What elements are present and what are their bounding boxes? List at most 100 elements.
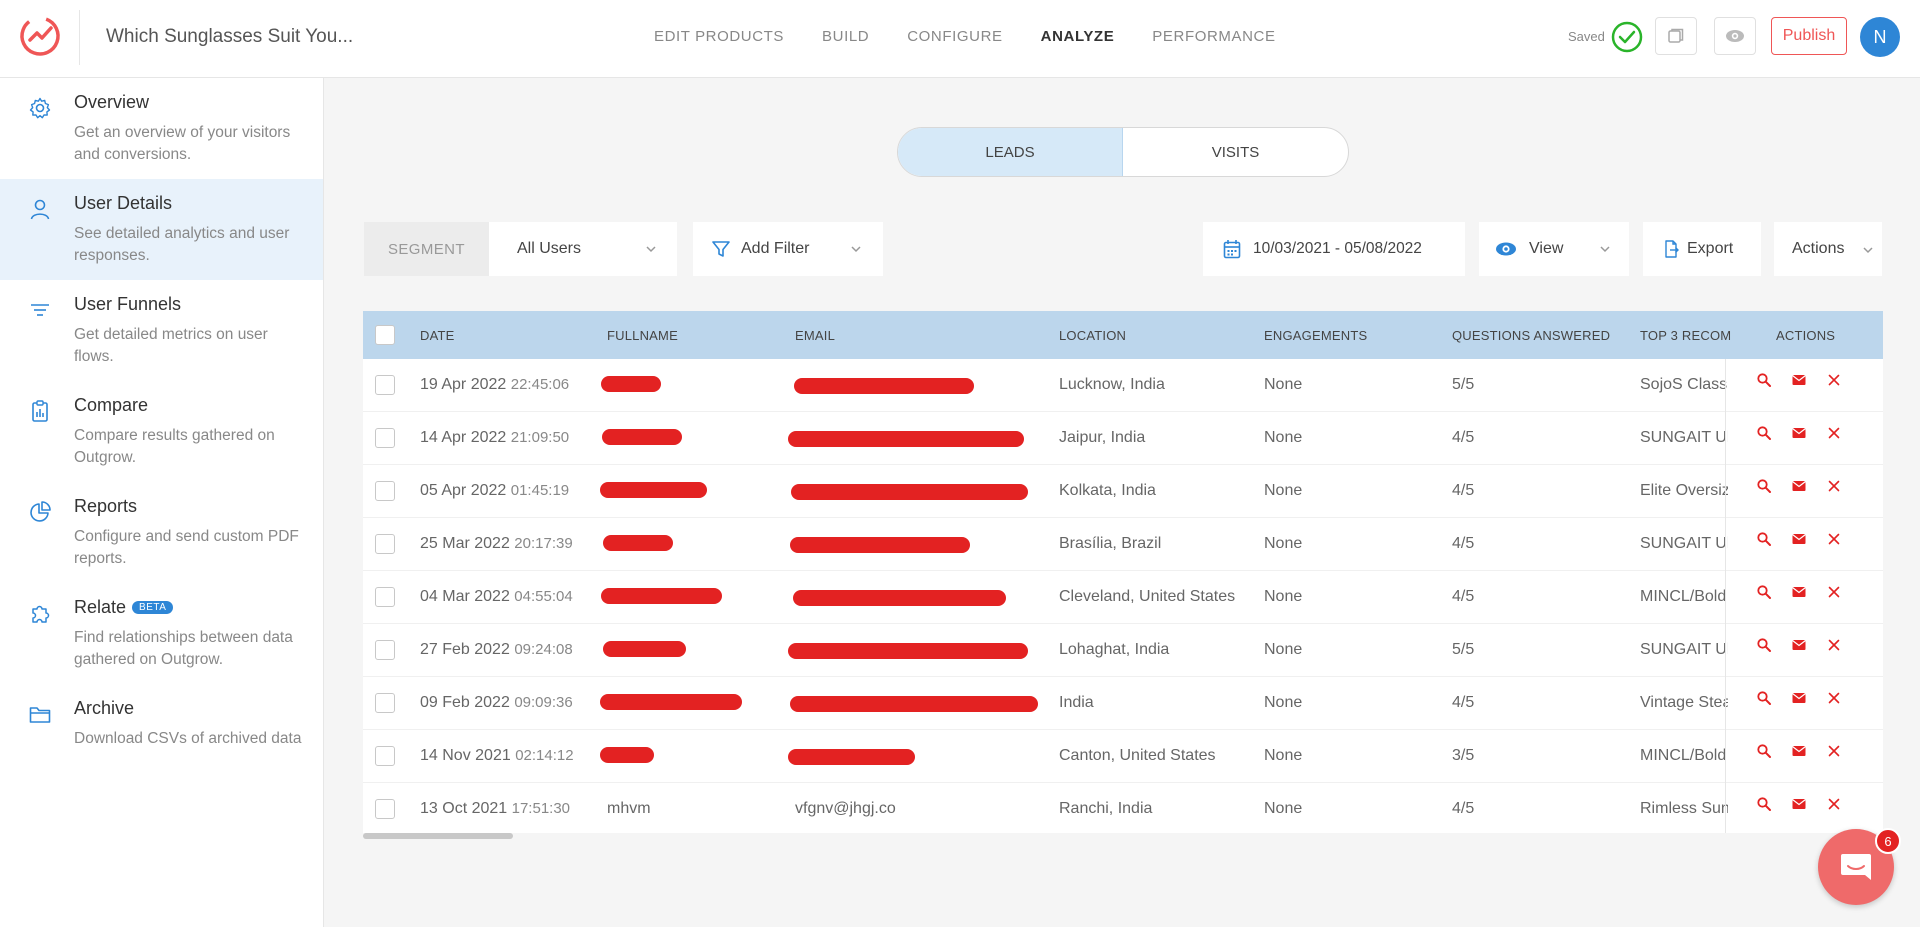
horizontal-scrollbar[interactable] <box>363 833 513 839</box>
row-checkbox[interactable] <box>375 587 395 607</box>
actions-dropdown[interactable]: Actions <box>1774 222 1882 276</box>
sidebar-item-user-details[interactable]: User Details See detailed analytics and … <box>0 179 323 280</box>
cell-location: Lohaghat, India <box>1059 641 1170 658</box>
cell-date: 25 Mar 2022 20:17:39 <box>420 535 573 553</box>
nav-analyze[interactable]: ANALYZE <box>1041 28 1115 45</box>
segment-dropdown[interactable]: All Users <box>489 222 677 276</box>
export-button[interactable]: Export <box>1643 222 1761 276</box>
close-icon[interactable] <box>1826 478 1842 494</box>
search-icon[interactable] <box>1756 372 1772 388</box>
app-title[interactable]: Which Sunglasses Suit You... <box>106 26 353 48</box>
email-icon[interactable] <box>1791 425 1807 441</box>
close-icon[interactable] <box>1826 584 1842 600</box>
table-row[interactable]: 19 Apr 2022 22:45:06 Lucknow, India None 5/… <box>363 359 1883 412</box>
search-icon[interactable] <box>1756 796 1772 812</box>
leads-visits-toggle: LEADS VISITS <box>897 127 1349 177</box>
table-row[interactable]: 27 Feb 2022 09:24:08 Lohaghat, India None 5… <box>363 624 1883 677</box>
cell-questions-answered: 3/5 <box>1452 747 1475 764</box>
nav-configure[interactable]: CONFIGURE <box>907 28 1002 45</box>
sidebar-item-relate[interactable]: Relate BETA Find relationships between da… <box>0 583 323 684</box>
email-icon[interactable] <box>1791 531 1807 547</box>
time-value: 02:14:12 <box>515 747 574 764</box>
search-icon[interactable] <box>1756 584 1772 600</box>
email-icon[interactable] <box>1791 372 1807 388</box>
date-value: 05 Apr 2022 <box>420 482 507 499</box>
row-checkbox[interactable] <box>375 640 395 660</box>
sidebar-item-user-funnels[interactable]: User Funnels Get detailed metrics on use… <box>0 280 323 381</box>
close-icon[interactable] <box>1826 637 1842 653</box>
nav-edit-products[interactable]: EDIT PRODUCTS <box>654 28 784 45</box>
search-icon[interactable] <box>1756 478 1772 494</box>
search-icon[interactable] <box>1756 690 1772 706</box>
table-row[interactable]: 25 Mar 2022 20:17:39 Brasília, Brazil None… <box>363 518 1883 571</box>
search-icon[interactable] <box>1756 531 1772 547</box>
table-row[interactable]: 14 Apr 2022 21:09:50 Jaipur, India None 4/5… <box>363 412 1883 465</box>
date-range-picker[interactable]: 10/03/2021 - 05/08/2022 <box>1203 222 1465 276</box>
table-row[interactable]: 04 Mar 2022 04:55:04 Cleveland, United St… <box>363 571 1883 624</box>
redacted-fullname <box>601 376 661 392</box>
tab-visits[interactable]: VISITS <box>1123 128 1348 176</box>
table-row[interactable]: 14 Nov 2021 02:14:12 Canton, United State… <box>363 730 1883 783</box>
sidebar-item-title: Reports <box>74 496 138 516</box>
sidebar-item-title: Relate BETA <box>74 597 174 618</box>
email-icon[interactable] <box>1791 690 1807 706</box>
table-row[interactable]: 09 Feb 2022 09:09:36 India None 4/5 Vintage … <box>363 677 1883 730</box>
email-icon[interactable] <box>1791 584 1807 600</box>
col-fullname[interactable]: FULLNAME <box>607 328 678 343</box>
close-icon[interactable] <box>1826 690 1842 706</box>
close-icon[interactable] <box>1826 531 1842 547</box>
cell-location: Canton, United States <box>1059 747 1216 764</box>
row-checkbox[interactable] <box>375 481 395 501</box>
duplicate-button[interactable] <box>1655 17 1697 55</box>
table-row[interactable]: 05 Apr 2022 01:45:19 Kolkata, India None 4/… <box>363 465 1883 518</box>
avatar[interactable]: N <box>1860 17 1900 57</box>
search-icon[interactable] <box>1756 637 1772 653</box>
row-checkbox[interactable] <box>375 799 395 819</box>
col-date[interactable]: DATE <box>420 328 455 343</box>
email-icon[interactable] <box>1791 796 1807 812</box>
sidebar-item-compare[interactable]: Compare Compare results gathered on Outg… <box>0 381 323 482</box>
col-engagements[interactable]: ENGAGEMENTS <box>1264 328 1367 343</box>
close-icon[interactable] <box>1826 425 1842 441</box>
close-icon[interactable] <box>1826 743 1842 759</box>
select-all-checkbox[interactable] <box>375 325 395 345</box>
outgrow-logo-icon[interactable] <box>18 14 62 58</box>
sidebar-item-desc: Find relationships between data gathered… <box>74 629 293 668</box>
col-top3-recommendations[interactable]: TOP 3 RECOM <box>1640 328 1731 343</box>
redacted-email <box>788 643 1028 659</box>
nav-performance[interactable]: PERFORMANCE <box>1152 28 1275 45</box>
col-email[interactable]: EMAIL <box>795 328 835 343</box>
cell-top3-recommendations: MINCL/Bold <box>1640 588 1727 605</box>
search-icon[interactable] <box>1756 425 1772 441</box>
email-icon[interactable] <box>1791 478 1807 494</box>
sidebar-item-archive[interactable]: Archive Download CSVs of archived data <box>0 684 323 785</box>
export-file-icon <box>1665 240 1679 258</box>
time-value: 09:09:36 <box>514 694 573 711</box>
nav-build[interactable]: BUILD <box>822 28 869 45</box>
row-checkbox[interactable] <box>375 428 395 448</box>
row-checkbox[interactable] <box>375 534 395 554</box>
row-checkbox[interactable] <box>375 375 395 395</box>
row-checkbox[interactable] <box>375 746 395 766</box>
close-icon[interactable] <box>1826 372 1842 388</box>
sidebar-item-reports[interactable]: Reports Configure and send custom PDF re… <box>0 482 323 583</box>
view-dropdown[interactable]: View <box>1479 222 1629 276</box>
row-checkbox[interactable] <box>375 693 395 713</box>
table-row[interactable]: 13 Oct 2021 17:51:30 mhvm vfgnv@jhgj.co Ran… <box>363 783 1883 833</box>
cell-engagements: None <box>1264 747 1303 764</box>
add-filter-dropdown[interactable]: Add Filter <box>693 222 883 276</box>
tab-leads[interactable]: LEADS <box>898 128 1123 176</box>
cell-date: 04 Mar 2022 04:55:04 <box>420 588 573 606</box>
col-questions-answered[interactable]: QUESTIONS ANSWERED <box>1452 328 1610 343</box>
sidebar-item-desc: Configure and send custom PDF reports. <box>74 528 299 567</box>
publish-button[interactable]: Publish <box>1771 17 1847 55</box>
sidebar-item-overview[interactable]: Overview Get an overview of your visitor… <box>0 78 323 179</box>
search-icon[interactable] <box>1756 743 1772 759</box>
logo-divider <box>79 10 80 65</box>
beta-badge: BETA <box>132 601 174 614</box>
col-location[interactable]: LOCATION <box>1059 328 1126 343</box>
email-icon[interactable] <box>1791 637 1807 653</box>
close-icon[interactable] <box>1826 796 1842 812</box>
preview-button[interactable] <box>1714 17 1756 55</box>
email-icon[interactable] <box>1791 743 1807 759</box>
